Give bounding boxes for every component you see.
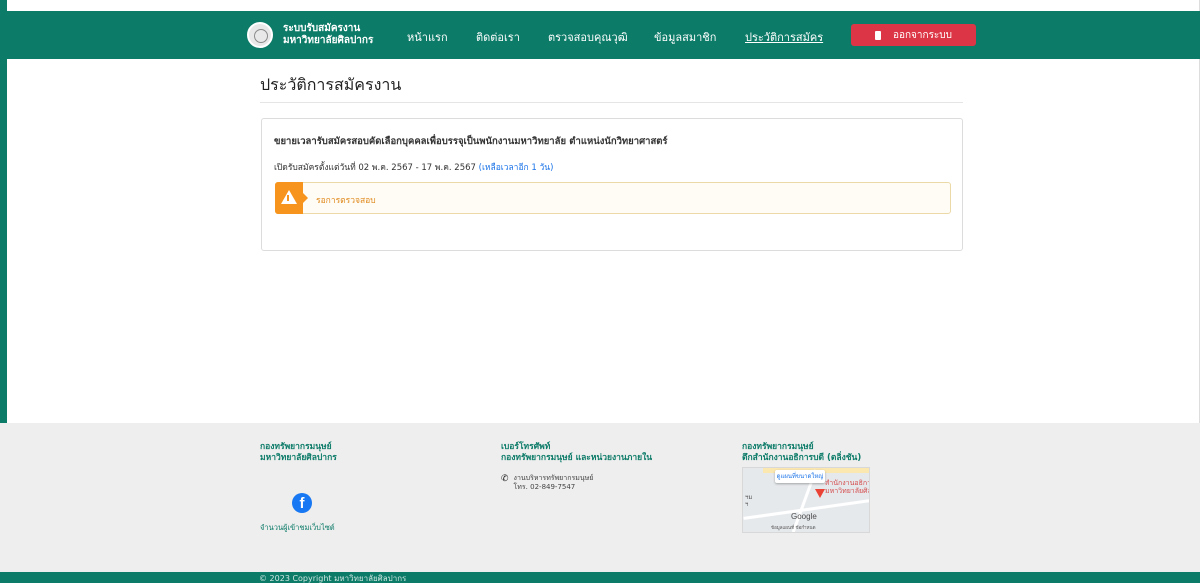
copyright-text: © 2023 Copyright มหาวิทยาลัยศิลปากร [259,574,407,583]
remaining-time: (เหลือเวลาอีก 1 วัน) [478,163,554,173]
university-logo-icon [247,22,273,48]
map-side-label: ฯมฯ [745,494,753,508]
facebook-icon[interactable]: f [292,493,312,513]
nav-home[interactable]: หน้าแรก [407,28,448,46]
visitor-counter-label: จำนวนผู้เข้าชมเว็บไซต์ [260,523,335,532]
embedded-map[interactable]: ฯมฯ ดูแผนที่ขนาดใหญ่ สำนักงานอธิการ มหาว… [742,467,870,533]
brand-text: ระบบรับสมัครงาน มหาวิทยาลัยศิลปากร [283,23,373,47]
status-text: รอการตรวจสอบ [316,196,376,206]
logout-button[interactable]: ออกจากระบบ [851,24,976,46]
view-larger-map-button[interactable]: ดูแผนที่ขนาดใหญ่ [775,470,825,483]
nav-member-info[interactable]: ข้อมูลสมาชิก [654,28,716,46]
brand-line2: มหาวิทยาลัยศิลปากร [283,35,374,46]
logout-label: ออกจากระบบ [892,29,953,41]
map-place-line2: มหาวิทยาลัยศิล [825,487,870,495]
footer-col3-heading2: ตึกสำนักงานอธิการบดี (ตลิ่งชัน) [742,453,862,463]
footer-col2-heading1: เบอร์โทรศัพท์ [501,442,551,452]
map-footer-links[interactable]: ข้อมูลแผนที่ ข้อกำหนด [771,524,816,531]
brand-line1: ระบบรับสมัครงาน [283,23,361,34]
phone-name: งานบริหารทรัพยากรมนุษย์ [513,474,594,482]
application-card: ขยายเวลารับสมัครสอบคัดเลือกบุคคลเพื่อบรร… [261,118,963,251]
application-period: เปิดรับสมัครตั้งแต่วันที่ 02 พ.ค. 2567 -… [274,160,553,174]
warning-triangle-icon [281,190,297,204]
footer-col1-heading1: กองทรัพยากรมนุษย์ [260,442,332,452]
footer-col3-heading1: กองทรัพยากรมนุษย์ [742,442,814,452]
phone-number[interactable]: โทร. 02-849-7547 [514,483,594,492]
nav-check-qualification[interactable]: ตรวจสอบคุณวุฒิ [548,28,628,46]
nav-application-history[interactable]: ประวัติการสมัคร [745,28,823,46]
google-logo: Google [791,512,817,521]
title-divider [260,102,963,103]
footer-col2-heading2: กองทรัพยากรมนุษย์ และหน่วยงานภายใน [501,453,653,463]
copyright-bar: © 2023 Copyright มหาวิทยาลัยศิลปากร [0,572,1200,583]
status-alert: รอการตรวจสอบ [275,182,951,214]
footer-col1-heading2: มหาวิทยาลัยศิลปากร [260,453,337,463]
page-title: ประวัติการสมัครงาน [260,75,402,94]
top-navbar: ระบบรับสมัครงาน มหาวิทยาลัยศิลปากร หน้าแ… [0,11,1200,59]
date-text: เปิดรับสมัครตั้งแต่วันที่ 02 พ.ค. 2567 -… [274,163,476,173]
warning-block [275,182,308,214]
map-pin-icon [815,489,825,498]
phone-icon: ✆ [501,474,509,484]
door-icon [874,30,881,40]
nav-contact[interactable]: ติดต่อเรา [476,28,520,46]
footer-col-phone: เบอร์โทรศัพท์ กองทรัพยากรมนุษย์ และหน่วย… [501,442,711,491]
footer: กองทรัพยากรมนุษย์ มหาวิทยาลัยศิลปากร f จ… [0,423,1200,572]
map-place-label: สำนักงานอธิการ มหาวิทยาลัยศิล [825,479,870,495]
job-title: ขยายเวลารับสมัครสอบคัดเลือกบุคคลเพื่อบรร… [274,136,668,147]
footer-col-map: กองทรัพยากรมนุษย์ ตึกสำนักงานอธิการบดี (… [742,442,962,533]
phone-contact: ✆ งานบริหารทรัพยากรมนุษย์ โทร. 02-849-75… [501,474,593,492]
warning-mark [287,195,289,201]
navbar-inner: ระบบรับสมัครงาน มหาวิทยาลัยศิลปากร หน้าแ… [247,11,977,59]
map-place-line1: สำนักงานอธิการ [825,479,870,487]
brand[interactable]: ระบบรับสมัครงาน มหาวิทยาลัยศิลปากร [247,11,389,59]
footer-col-hr: กองทรัพยากรมนุษย์ มหาวิทยาลัยศิลปากร f จ… [260,442,460,532]
